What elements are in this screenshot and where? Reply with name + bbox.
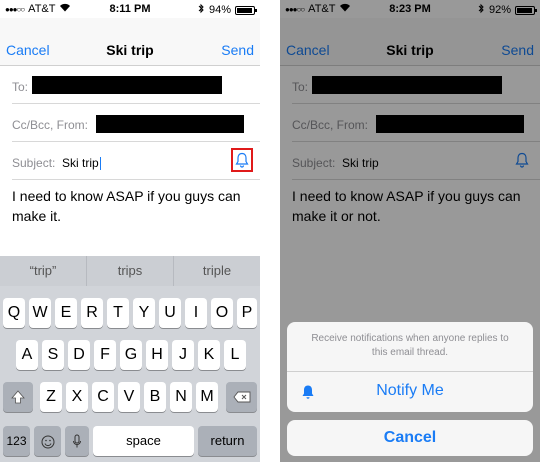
to-label: To: (12, 80, 29, 94)
key-t[interactable]: T (107, 298, 129, 328)
key-v[interactable]: V (118, 382, 140, 412)
bluetooth-icon (198, 3, 205, 17)
key-n[interactable]: N (170, 382, 192, 412)
text-cursor (99, 157, 101, 171)
status-bar: ●●●○○ AT&T 8:11 PM 94% (0, 0, 260, 18)
key-m[interactable]: M (196, 382, 218, 412)
subject-field[interactable]: Subject: Ski trip (12, 142, 260, 180)
action-sheet-message: Receive notifications when anyone replie… (287, 322, 533, 372)
suggestion-item[interactable]: trips (87, 256, 174, 286)
compose-nav-bar: Cancel Ski trip Send (0, 18, 260, 66)
key-y[interactable]: Y (133, 298, 155, 328)
return-key[interactable]: return (198, 426, 257, 456)
delete-key[interactable] (226, 382, 257, 412)
key-l[interactable]: L (224, 340, 246, 370)
notify-me-button[interactable]: Notify Me (287, 372, 533, 412)
key-u[interactable]: U (159, 298, 181, 328)
key-z[interactable]: Z (40, 382, 62, 412)
to-field[interactable]: To: (12, 66, 260, 104)
key-x[interactable]: X (66, 382, 88, 412)
battery-percent: 94% (208, 4, 231, 16)
suggestion-bar: “trip” trips triple (0, 256, 260, 286)
redacted-recipient (32, 76, 222, 94)
emoji-icon (41, 435, 54, 449)
suggestion-item[interactable]: “trip” (0, 256, 87, 286)
backspace-icon (232, 391, 250, 403)
key-s[interactable]: S (42, 340, 64, 370)
key-r[interactable]: R (81, 298, 103, 328)
key-j[interactable]: J (172, 340, 194, 370)
action-sheet-cancel-button[interactable]: Cancel (287, 420, 533, 456)
key-k[interactable]: K (198, 340, 220, 370)
space-key[interactable]: space (93, 426, 194, 456)
key-d[interactable]: D (68, 340, 90, 370)
numbers-key[interactable]: 123 (3, 426, 30, 456)
key-q[interactable]: Q (3, 298, 25, 328)
notify-me-label: Notify Me (376, 382, 444, 399)
subject-value: Ski trip (62, 156, 99, 170)
cc-from-field[interactable]: Cc/Bcc, From: (12, 104, 260, 142)
key-w[interactable]: W (29, 298, 51, 328)
key-row-2: A S D F G H J K L (0, 340, 260, 370)
shift-key[interactable] (3, 382, 33, 412)
battery-icon (235, 5, 257, 15)
shift-icon (11, 390, 25, 404)
key-e[interactable]: E (55, 298, 77, 328)
key-row-4: 123 space return (0, 426, 260, 456)
key-o[interactable]: O (211, 298, 233, 328)
bell-icon (235, 152, 249, 168)
key-row-1: Q W E R T Y U I O P (0, 298, 260, 328)
notify-bell-button[interactable] (231, 148, 253, 172)
redacted-sender (96, 115, 244, 133)
subject-label: Subject: (12, 156, 56, 170)
key-b[interactable]: B (144, 382, 166, 412)
action-sheet: Receive notifications when anyone replie… (287, 322, 533, 412)
key-h[interactable]: H (146, 340, 168, 370)
keyboard: “trip” trips triple Q W E R T Y U I O P … (0, 256, 260, 462)
left-phone-screen: ●●●○○ AT&T 8:11 PM 94% Cancel Ski trip S… (0, 0, 260, 462)
cc-from-label: Cc/Bcc, From: (12, 118, 89, 132)
key-g[interactable]: G (120, 340, 142, 370)
key-p[interactable]: P (237, 298, 257, 328)
key-row-3: Z X C V B N M (0, 382, 260, 412)
microphone-icon (73, 434, 81, 448)
suggestion-item[interactable]: triple (174, 256, 260, 286)
key-i[interactable]: I (185, 298, 207, 328)
key-a[interactable]: A (16, 340, 38, 370)
key-c[interactable]: C (92, 382, 114, 412)
key-f[interactable]: F (94, 340, 116, 370)
message-body[interactable]: I need to know ASAP if you guys can make… (12, 186, 252, 226)
emoji-key[interactable] (34, 426, 61, 456)
dictation-key[interactable] (65, 426, 89, 456)
right-phone-screen: ●●●○○ AT&T 8:23 PM 92% Cancel Ski trip S… (280, 0, 540, 462)
send-button[interactable]: Send (221, 42, 254, 58)
